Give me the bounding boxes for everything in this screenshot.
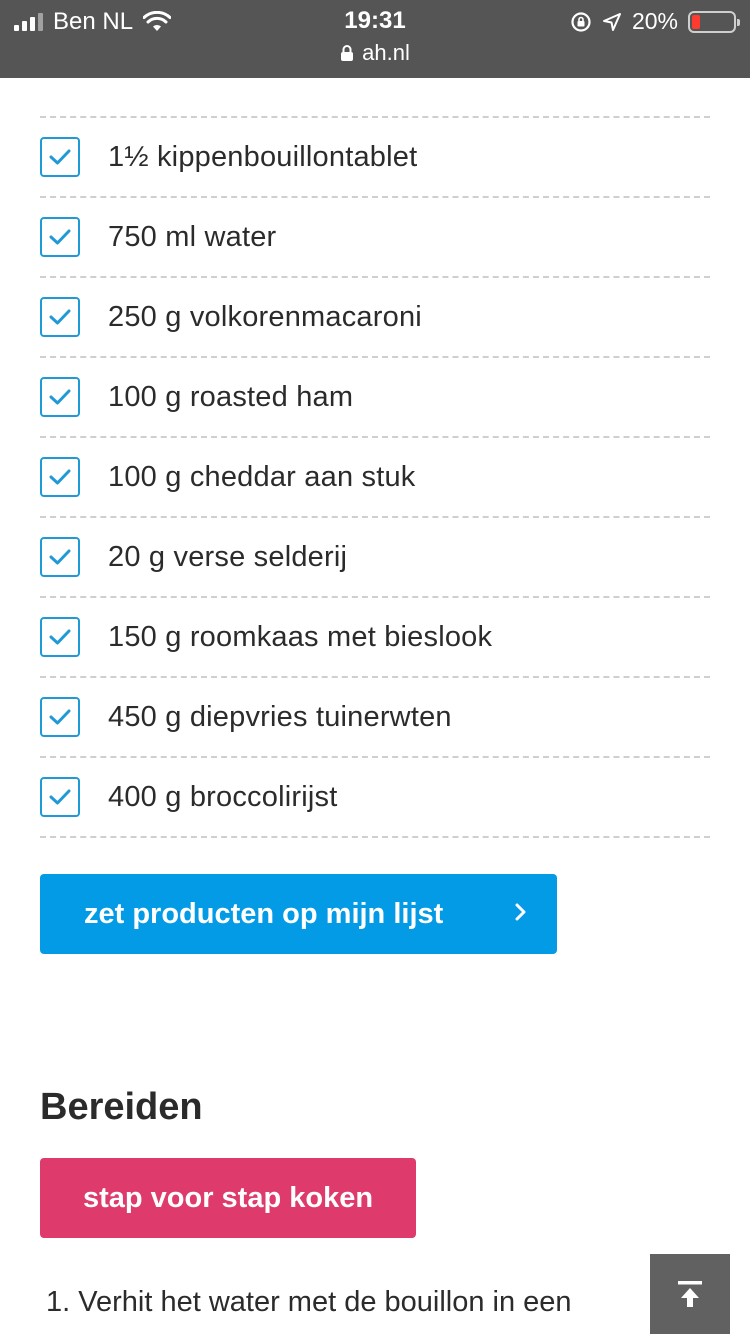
- ingredient-label: 20 g verse selderij: [108, 540, 348, 573]
- ingredient-row[interactable]: 1½ kippenbouillontablet: [40, 116, 710, 196]
- checkmark-icon: [49, 389, 71, 405]
- checkbox[interactable]: [40, 697, 80, 737]
- ingredient-row[interactable]: 100 g cheddar aan stuk: [40, 436, 710, 516]
- ingredient-label: 250 g volkorenmacaroni: [108, 300, 422, 333]
- checkbox[interactable]: [40, 217, 80, 257]
- chevron-right-icon: [515, 903, 526, 921]
- ingredient-row[interactable]: 450 g diepvries tuinerwten: [40, 676, 710, 756]
- address-bar[interactable]: ah.nl: [0, 40, 750, 66]
- orientation-lock-icon: [571, 11, 591, 32]
- checkbox[interactable]: [40, 537, 80, 577]
- add-to-list-label: zet producten op mijn lijst: [84, 897, 444, 930]
- checkmark-icon: [49, 229, 71, 245]
- checkmark-icon: [49, 309, 71, 325]
- ingredient-label: 750 ml water: [108, 220, 277, 253]
- checkbox[interactable]: [40, 457, 80, 497]
- status-right: 20%: [570, 8, 740, 35]
- ingredient-row[interactable]: 750 ml water: [40, 196, 710, 276]
- ingredient-row[interactable]: 20 g verse selderij: [40, 516, 710, 596]
- checkmark-icon: [49, 629, 71, 645]
- battery-icon: [688, 10, 740, 33]
- ingredient-label: 100 g cheddar aan stuk: [108, 460, 416, 493]
- add-to-list-button[interactable]: zet producten op mijn lijst: [40, 874, 557, 954]
- checkmark-icon: [49, 549, 71, 565]
- ingredient-label: 400 g broccolirijst: [108, 780, 338, 813]
- checkmark-icon: [49, 149, 71, 165]
- ingredient-row[interactable]: 100 g roasted ham: [40, 356, 710, 436]
- status-bar: Ben NL 19:31 ah.nl 20%: [0, 0, 750, 78]
- checkbox[interactable]: [40, 377, 80, 417]
- ingredient-row[interactable]: 400 g broccolirijst: [40, 756, 710, 838]
- lock-icon: [341, 45, 354, 61]
- ingredient-label: 1½ kippenbouillontablet: [108, 140, 418, 173]
- section-title: Bereiden: [40, 1086, 203, 1128]
- checkmark-icon: [49, 709, 71, 725]
- arrow-to-top-icon: [678, 1281, 702, 1307]
- back-to-top-button[interactable]: [650, 1254, 730, 1334]
- preparation-step: 1. Verhit het water met de bouillon in e…: [46, 1286, 572, 1318]
- checkbox[interactable]: [40, 617, 80, 657]
- battery-percent: 20%: [631, 8, 678, 34]
- step-by-step-button[interactable]: stap voor stap koken: [40, 1158, 416, 1238]
- ingredient-label: 450 g diepvries tuinerwten: [108, 700, 452, 733]
- checkmark-icon: [49, 469, 71, 485]
- checkbox[interactable]: [40, 777, 80, 817]
- ingredient-list: 1½ kippenbouillontablet 750 ml water 250…: [40, 116, 710, 838]
- ingredient-row[interactable]: 250 g volkorenmacaroni: [40, 276, 710, 356]
- ingredient-label: 150 g roomkaas met bieslook: [108, 620, 493, 653]
- location-icon: [602, 12, 621, 31]
- checkbox[interactable]: [40, 137, 80, 177]
- checkbox[interactable]: [40, 297, 80, 337]
- checkmark-icon: [49, 789, 71, 805]
- ingredient-label: 100 g roasted ham: [108, 380, 354, 413]
- ingredient-row[interactable]: 150 g roomkaas met bieslook: [40, 596, 710, 676]
- url-text: ah.nl: [362, 40, 410, 65]
